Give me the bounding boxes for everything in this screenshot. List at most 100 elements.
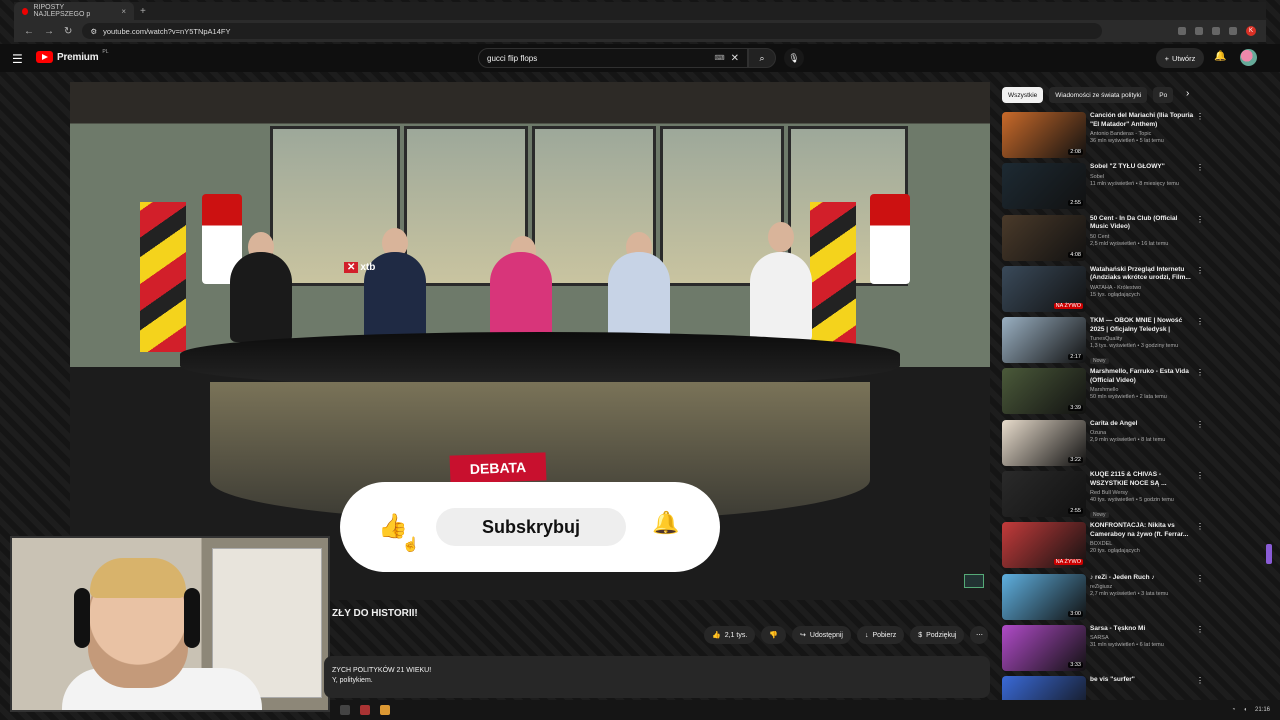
rec-item[interactable]: 2:08 Canción del Mariachi (Ilia Topuria "… (1002, 112, 1208, 163)
more-options-icon[interactable]: ⋮ (1196, 420, 1204, 429)
rec-thumbnail[interactable]: 3:00 (1002, 573, 1086, 620)
chip-politics-news[interactable]: Wiadomości ze świata polityki (1049, 87, 1148, 103)
rec-channel[interactable]: reZigiusz (1090, 584, 1194, 590)
rec-item[interactable]: be vis "surfer" ⋮ (1002, 676, 1208, 700)
rec-channel[interactable]: BOXDEL (1090, 541, 1194, 547)
clear-search-icon[interactable]: ✕ (731, 53, 739, 64)
rec-channel[interactable]: Sobel (1090, 174, 1194, 180)
rec-title[interactable]: Canción del Mariachi (Ilia Topuria "El M… (1090, 112, 1194, 129)
close-tab-icon[interactable]: × (121, 7, 126, 16)
extension-icon[interactable] (1178, 27, 1186, 35)
rec-item[interactable]: NA ŻYWO KONFRONTACJA: Nikita vs Cameraboy… (1002, 522, 1208, 573)
rec-title[interactable]: KONFRONTACJA: Nikita vs Cameraboy na żyw… (1090, 522, 1194, 539)
rec-item[interactable]: 3:00 ♪ reZi - Jeden Ruch ♪ reZigiusz 2,7 ml… (1002, 573, 1208, 625)
share-button[interactable]: ↪ Udostępnij (792, 626, 851, 644)
more-options-icon[interactable]: ⋮ (1196, 112, 1204, 121)
like-button[interactable]: 👍 2,1 tys. (704, 626, 756, 644)
forward-icon[interactable]: → (44, 26, 54, 37)
rec-channel[interactable]: Antonio Banderas - Topic (1090, 131, 1194, 137)
back-icon[interactable]: ← (24, 26, 34, 37)
rec-channel[interactable]: Ozuna (1090, 430, 1194, 436)
more-options-icon[interactable]: ⋮ (1196, 215, 1204, 224)
rec-thumbnail[interactable] (1002, 676, 1086, 700)
avatar[interactable] (1240, 49, 1257, 66)
rec-thumbnail[interactable]: 2:55 (1002, 471, 1086, 518)
rec-item[interactable]: NA ŻYWO Watahański Przegląd Internetu (An… (1002, 265, 1208, 317)
address-bar[interactable]: ⚙ youtube.com/watch?v=nY5TNpA14FY (82, 23, 1103, 39)
rec-title[interactable]: KUQE 2115 & CHIVAS - WSZYSTKIE NOCE SĄ .… (1090, 471, 1194, 488)
browser-tab[interactable]: RIPOSTY NAJLEPSZEGO p × (14, 2, 134, 20)
more-options-icon[interactable]: ⋮ (1196, 368, 1204, 377)
taskbar-app-icon[interactable] (380, 705, 390, 715)
rec-thumbnail[interactable]: 4:08 (1002, 214, 1086, 261)
thanks-button[interactable]: $ Podziękuj (910, 626, 965, 644)
more-options-icon[interactable]: ⋮ (1196, 266, 1204, 275)
rec-item[interactable]: 3:33 Sarsa - Tęskno Mi SARSA 31 mln wyświet… (1002, 624, 1208, 676)
rec-item[interactable]: 2:55 KUQE 2115 & CHIVAS - WSZYSTKIE NOCE … (1002, 471, 1208, 522)
more-options-icon[interactable]: ⋮ (1196, 625, 1204, 634)
rec-item[interactable]: 3:39 Marshmello, Farruko - Esta Vida (Off… (1002, 368, 1208, 419)
rec-title[interactable]: TKM — OBOK MNIE | Nowość 2025 | Oficjaln… (1090, 317, 1194, 334)
chip-more[interactable]: Po (1153, 87, 1174, 103)
create-button[interactable]: + Utwórz (1156, 48, 1204, 68)
menu-icon[interactable]: ☰ (12, 52, 23, 66)
rec-title[interactable]: Sarsa - Tęskno Mi (1090, 625, 1194, 634)
extension-icon[interactable] (1195, 27, 1203, 35)
dislike-button[interactable]: 👎 (761, 626, 787, 644)
new-tab-icon[interactable]: + (140, 6, 146, 17)
subscribe-button[interactable]: Subskrybuj (436, 508, 626, 546)
rec-thumbnail[interactable]: 2:55 (1002, 163, 1086, 210)
scrollbar-thumb[interactable] (1266, 544, 1272, 564)
rec-title[interactable]: Watahański Przegląd Internetu (Andziaks … (1090, 266, 1194, 283)
rec-item[interactable]: 4:08 50 Cent - In Da Club (Official Music… (1002, 214, 1208, 266)
rec-item[interactable]: 2:17 TKM — OBOK MNIE | Nowość 2025 | Ofic… (1002, 317, 1208, 368)
rec-thumbnail[interactable]: 3:22 (1002, 419, 1086, 466)
search-input[interactable]: gucci flip flops ⌨ ✕ (478, 48, 748, 68)
more-options-icon[interactable]: ⋮ (1196, 163, 1204, 172)
rec-title[interactable]: 50 Cent - In Da Club (Official Music Vid… (1090, 215, 1194, 232)
rec-item[interactable]: 2:55 Sobel "Z TYŁU GŁOWY" Sobel 11 mln wyśw… (1002, 163, 1208, 214)
site-info-icon[interactable]: ⚙ (90, 27, 97, 36)
taskbar-app-icon[interactable] (360, 705, 370, 715)
more-options-icon[interactable]: ⋮ (1196, 522, 1204, 531)
notifications-bell-icon[interactable]: 🔔 (1214, 51, 1226, 62)
keyboard-icon[interactable]: ⌨ (715, 54, 725, 62)
rec-thumbnail[interactable]: 2:08 (1002, 112, 1086, 158)
extension-icon[interactable] (1229, 27, 1237, 35)
rec-thumbnail[interactable]: NA ŻYWO (1002, 522, 1086, 569)
search-button[interactable]: ⌕ (748, 48, 776, 68)
taskbar-app-icon[interactable] (340, 705, 350, 715)
rec-thumbnail[interactable]: 3:33 (1002, 624, 1086, 671)
rec-title[interactable]: Sobel "Z TYŁU GŁOWY" (1090, 163, 1194, 172)
wifi-icon[interactable]: ◔ (1232, 707, 1236, 713)
video-player[interactable]: ✕ xtb DEBATA 👍 ☝ Subskrybuj 🔔 (70, 82, 990, 600)
rec-channel[interactable]: Red Bull Wersy (1090, 490, 1194, 496)
profile-icon[interactable]: K (1246, 26, 1256, 36)
more-options-icon[interactable]: ⋮ (1196, 471, 1204, 480)
more-actions-icon[interactable]: ⋯ (970, 626, 989, 644)
more-options-icon[interactable]: ⋮ (1196, 574, 1204, 583)
rec-channel[interactable]: 50 Cent (1090, 234, 1194, 240)
rec-title[interactable]: Marshmello, Farruko - Esta Vida (Officia… (1090, 368, 1194, 385)
rec-thumbnail[interactable]: NA ŻYWO (1002, 265, 1086, 312)
rec-channel[interactable]: Marshmello (1090, 387, 1194, 393)
channel-watermark-icon[interactable] (964, 574, 984, 588)
volume-icon[interactable]: ◖ (1243, 707, 1247, 713)
extension-icon[interactable] (1212, 27, 1220, 35)
clock[interactable]: 21:16 (1255, 707, 1270, 713)
more-options-icon[interactable]: ⋮ (1196, 676, 1204, 685)
rec-item[interactable]: 3:22 Carita de Angel Ozuna 2,9 mln wyświetl… (1002, 419, 1208, 471)
rec-channel[interactable]: TunesQuality (1090, 336, 1194, 342)
rec-channel[interactable]: SARSA (1090, 635, 1194, 641)
youtube-logo[interactable]: Premium PL (36, 49, 109, 63)
more-options-icon[interactable]: ⋮ (1196, 317, 1204, 326)
download-button[interactable]: ↓ Pobierz (856, 626, 905, 644)
rec-thumbnail[interactable]: 3:39 (1002, 368, 1086, 415)
voice-search-icon[interactable]: 🎙 (784, 48, 804, 68)
rec-channel[interactable]: WATAHA - Królestwo (1090, 285, 1194, 291)
chevron-right-icon[interactable]: › (1186, 88, 1189, 99)
rec-title[interactable]: Carita de Angel (1090, 420, 1194, 429)
chip-all[interactable]: Wszystkie (1002, 87, 1044, 103)
rec-title[interactable]: ♪ reZi - Jeden Ruch ♪ (1090, 574, 1194, 583)
rec-thumbnail[interactable]: 2:17 (1002, 317, 1086, 364)
